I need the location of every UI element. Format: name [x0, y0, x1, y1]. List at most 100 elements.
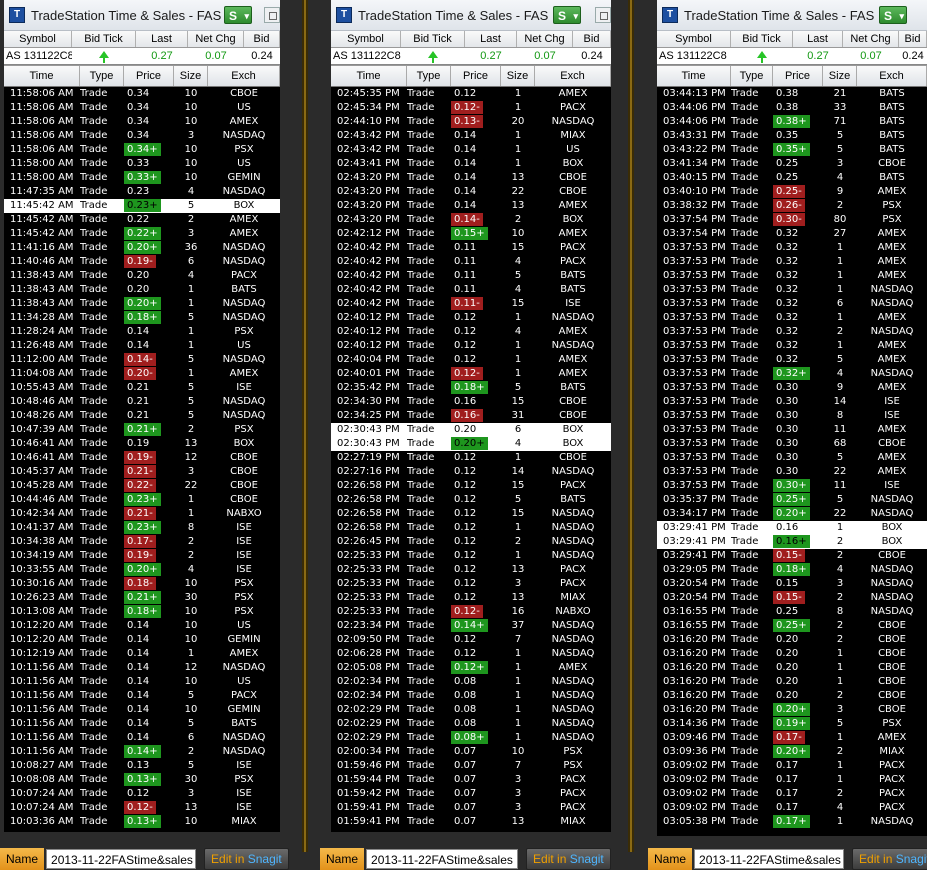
window-titlebar[interactable]: T TradeStation Time & Sales - FAS ... S	[4, 0, 280, 31]
trade-row[interactable]: 01:59:42 PM Trade 0.07 3 PACX	[331, 787, 611, 801]
trade-row[interactable]: 10:11:56 AM Trade 0.14 12 NASDAQ	[4, 661, 280, 675]
col-header-size[interactable]: Size	[823, 66, 857, 86]
trade-row[interactable]: 03:37:53 PM Trade 0.32 6 NASDAQ	[657, 297, 927, 311]
col-header-size[interactable]: Size	[174, 66, 208, 86]
trade-row[interactable]: 10:46:41 AM Trade 0.19 13 BOX	[4, 437, 280, 451]
trade-row[interactable]: 03:40:10 PM Trade 0.25- 9 AMEX	[657, 185, 927, 199]
trade-row[interactable]: 02:27:19 PM Trade 0.12 1 CBOE	[331, 451, 611, 465]
trade-row[interactable]: 03:37:53 PM Trade 0.30 14 ISE	[657, 395, 927, 409]
trade-row[interactable]: 11:47:35 AM Trade 0.23 4 NASDAQ	[4, 185, 280, 199]
trade-row[interactable]: 10:08:27 AM Trade 0.13 5 ISE	[4, 759, 280, 773]
col-header-time[interactable]: Time	[657, 66, 731, 86]
edit-in-snagit-button[interactable]: Edit in Snagit	[526, 848, 611, 870]
trade-row[interactable]: 11:58:06 AM Trade 0.34 3 NASDAQ	[4, 129, 280, 143]
trade-row[interactable]: 03:20:54 PM Trade 0.15 3 NASDAQ	[657, 577, 927, 591]
trade-row[interactable]: 10:45:37 AM Trade 0.21- 3 CBOE	[4, 465, 280, 479]
trade-row[interactable]: 02:00:34 PM Trade 0.07 10 PSX	[331, 745, 611, 759]
col-header-exch[interactable]: Exch	[857, 66, 927, 86]
trade-row[interactable]: 03:43:22 PM Trade 0.35+ 5 BATS	[657, 143, 927, 157]
name-input[interactable]: 2013-11-22FAStime&sales	[366, 849, 519, 869]
trade-row[interactable]: 02:40:04 PM Trade 0.12 1 AMEX	[331, 353, 611, 367]
trade-row[interactable]: 02:26:45 PM Trade 0.12 2 NASDAQ	[331, 535, 611, 549]
trade-row[interactable]: 10:12:20 AM Trade 0.14 10 US	[4, 619, 280, 633]
trade-row[interactable]: 03:09:02 PM Trade 0.17 1 PACX	[657, 759, 927, 773]
trade-row[interactable]: 02:02:29 PM Trade 0.08 1 NASDAQ	[331, 717, 611, 731]
window-titlebar[interactable]: T TradeStation Time & Sales - FAS ... S	[657, 0, 927, 31]
trade-row[interactable]: 02:02:29 PM Trade 0.08 1 NASDAQ	[331, 703, 611, 717]
trade-row[interactable]: 03:35:37 PM Trade 0.25+ 5 NASDAQ	[657, 493, 927, 507]
trade-row[interactable]: 11:34:28 AM Trade 0.18+ 5 NASDAQ	[4, 311, 280, 325]
trade-row[interactable]: 03:37:54 PM Trade 0.30- 80 PSX	[657, 213, 927, 227]
trade-row[interactable]: 02:34:25 PM Trade 0.16- 31 CBOE	[331, 409, 611, 423]
trade-row[interactable]: 02:40:42 PM Trade 0.11 15 PACX	[331, 241, 611, 255]
col-header-type[interactable]: Type	[80, 66, 124, 86]
trade-row[interactable]: 10:12:19 AM Trade 0.14 1 AMEX	[4, 647, 280, 661]
trade-row[interactable]: 03:37:53 PM Trade 0.32 1 AMEX	[657, 241, 927, 255]
trade-row[interactable]: 02:43:20 PM Trade 0.14 13 CBOE	[331, 171, 611, 185]
trade-row[interactable]: 03:37:53 PM Trade 0.32 1 AMEX	[657, 339, 927, 353]
trade-row[interactable]: 03:37:53 PM Trade 0.32+ 4 NASDAQ	[657, 367, 927, 381]
trade-row[interactable]: 10:33:55 AM Trade 0.20+ 4 ISE	[4, 563, 280, 577]
trade-row[interactable]: 03:20:54 PM Trade 0.15- 2 NASDAQ	[657, 591, 927, 605]
trade-row[interactable]: 02:02:34 PM Trade 0.08 1 NASDAQ	[331, 675, 611, 689]
trade-row[interactable]: 03:09:46 PM Trade 0.17- 1 AMEX	[657, 731, 927, 745]
trade-row[interactable]: 02:35:42 PM Trade 0.18+ 5 BATS	[331, 381, 611, 395]
trade-row[interactable]: 10:30:16 AM Trade 0.18- 10 PSX	[4, 577, 280, 591]
trade-row[interactable]: 03:05:38 PM Trade 0.17+ 1 NASDAQ	[657, 815, 927, 829]
trade-row[interactable]: 01:59:46 PM Trade 0.07 7 PSX	[331, 759, 611, 773]
trade-row[interactable]: 02:40:12 PM Trade 0.12 4 AMEX	[331, 325, 611, 339]
trade-row[interactable]: 03:16:20 PM Trade 0.20 1 CBOE	[657, 647, 927, 661]
trade-row[interactable]: 02:09:50 PM Trade 0.12 7 NASDAQ	[331, 633, 611, 647]
trade-row[interactable]: 10:47:39 AM Trade 0.21+ 2 PSX	[4, 423, 280, 437]
trade-row[interactable]: 03:37:53 PM Trade 0.30 11 AMEX	[657, 423, 927, 437]
trade-row[interactable]: 02:25:33 PM Trade 0.12 1 NASDAQ	[331, 549, 611, 563]
s-menu-button[interactable]: S	[553, 6, 581, 25]
trade-row[interactable]: 03:44:06 PM Trade 0.38+ 71 BATS	[657, 115, 927, 129]
trade-row[interactable]: 02:05:08 PM Trade 0.12+ 1 AMEX	[331, 661, 611, 675]
trade-row[interactable]: 10:11:56 AM Trade 0.14+ 2 NASDAQ	[4, 745, 280, 759]
trade-row[interactable]: 10:13:08 AM Trade 0.18+ 10 PSX	[4, 605, 280, 619]
col-header-time[interactable]: Time	[4, 66, 80, 86]
trade-row[interactable]: 03:09:02 PM Trade 0.17 4 PACX	[657, 801, 927, 815]
trade-row[interactable]: 10:42:34 AM Trade 0.21- 1 NABXO	[4, 507, 280, 521]
edit-in-snagit-button[interactable]: Edit in Snagit	[852, 848, 927, 870]
trade-row[interactable]: 02:26:58 PM Trade 0.12 15 PACX	[331, 479, 611, 493]
trade-row[interactable]: 11:58:06 AM Trade 0.34+ 10 PSX	[4, 143, 280, 157]
trade-row[interactable]: 03:29:05 PM Trade 0.18+ 4 NASDAQ	[657, 563, 927, 577]
trade-row[interactable]: 01:59:41 PM Trade 0.07 3 PACX	[331, 801, 611, 815]
trade-row[interactable]: 03:41:34 PM Trade 0.25 3 CBOE	[657, 157, 927, 171]
s-menu-button[interactable]: S	[879, 6, 907, 25]
trade-row[interactable]: 03:29:41 PM Trade 0.16 1 BOX	[657, 521, 927, 535]
trade-row[interactable]: 02:40:42 PM Trade 0.11 5 BATS	[331, 269, 611, 283]
trade-row[interactable]: 03:29:41 PM Trade 0.15- 2 CBOE	[657, 549, 927, 563]
trade-row[interactable]: 10:45:28 AM Trade 0.22- 22 CBOE	[4, 479, 280, 493]
trade-row[interactable]: 11:58:00 AM Trade 0.33+ 10 GEMIN	[4, 171, 280, 185]
trade-row[interactable]: 11:58:06 AM Trade 0.34 10 US	[4, 101, 280, 115]
col-header-size[interactable]: Size	[501, 66, 535, 86]
trade-row[interactable]: 03:37:54 PM Trade 0.32 27 AMEX	[657, 227, 927, 241]
window-restore-icon[interactable]	[264, 7, 280, 23]
edit-in-snagit-button[interactable]: Edit in Snagit	[204, 848, 289, 870]
trade-row[interactable]: 03:37:53 PM Trade 0.30 8 ISE	[657, 409, 927, 423]
trade-row[interactable]: 03:37:53 PM Trade 0.30 9 AMEX	[657, 381, 927, 395]
quote-row[interactable]: AS 131122C8 0.27 0.07 0.24	[657, 48, 927, 65]
trade-row[interactable]: 02:25:33 PM Trade 0.12- 16 NABXO	[331, 605, 611, 619]
trade-row[interactable]: 10:55:43 AM Trade 0.21 5 ISE	[4, 381, 280, 395]
trade-row[interactable]: 11:40:46 AM Trade 0.19- 6 NASDAQ	[4, 255, 280, 269]
trade-row[interactable]: 02:40:42 PM Trade 0.11 4 PACX	[331, 255, 611, 269]
trade-row[interactable]: 02:43:42 PM Trade 0.14 1 US	[331, 143, 611, 157]
trade-row[interactable]: 02:40:01 PM Trade 0.12- 1 AMEX	[331, 367, 611, 381]
trade-row[interactable]: 11:41:16 AM Trade 0.20+ 36 NASDAQ	[4, 241, 280, 255]
trade-row[interactable]: 02:30:43 PM Trade 0.20 6 BOX	[331, 423, 611, 437]
trade-row[interactable]: 03:34:17 PM Trade 0.20+ 22 NASDAQ	[657, 507, 927, 521]
trade-row[interactable]: 02:26:58 PM Trade 0.12 5 BATS	[331, 493, 611, 507]
trade-row[interactable]: 02:45:34 PM Trade 0.12- 1 PACX	[331, 101, 611, 115]
trade-row[interactable]: 03:16:20 PM Trade 0.20 2 CBOE	[657, 633, 927, 647]
trade-row[interactable]: 10:11:56 AM Trade 0.14 5 BATS	[4, 717, 280, 731]
trade-row[interactable]: 02:25:33 PM Trade 0.12 3 PACX	[331, 577, 611, 591]
trade-row[interactable]: 11:45:42 AM Trade 0.22 2 AMEX	[4, 213, 280, 227]
trade-row[interactable]: 02:25:33 PM Trade 0.12 13 PACX	[331, 563, 611, 577]
trades-list[interactable]: 11:58:06 AM Trade 0.34 10 CBOE 11:58:06 AM Tra…	[4, 87, 280, 829]
trade-row[interactable]: 02:25:33 PM Trade 0.12 13 MIAX	[331, 591, 611, 605]
trade-row[interactable]: 11:38:43 AM Trade 0.20 4 PACX	[4, 269, 280, 283]
